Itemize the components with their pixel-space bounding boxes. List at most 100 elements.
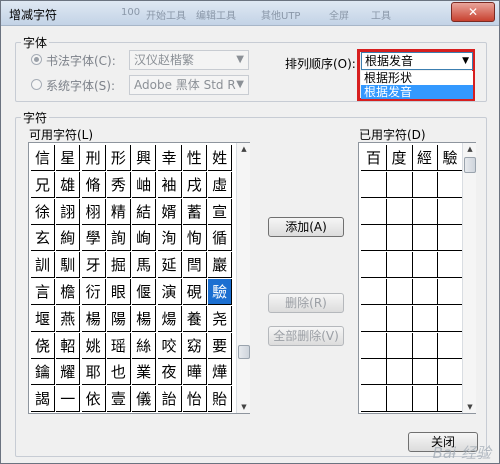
char-cell[interactable]: 姓 (208, 145, 233, 171)
scroll-down-icon[interactable]: ▼ (238, 401, 250, 413)
used-char-cell[interactable] (361, 252, 387, 279)
used-char-cell[interactable] (361, 198, 387, 225)
used-char-cell[interactable] (437, 198, 464, 225)
system-font-radio[interactable] (31, 79, 42, 90)
system-font-select[interactable]: Adobe 黑体 Std R ▼ (129, 75, 249, 95)
char-cell[interactable]: 結 (132, 198, 157, 225)
used-char-cell[interactable] (386, 171, 413, 198)
char-cell[interactable]: 掘 (106, 252, 131, 279)
used-char-cell[interactable] (412, 332, 438, 359)
used-char-cell[interactable] (386, 305, 413, 332)
char-cell[interactable]: 姚 (81, 332, 106, 359)
char-cell[interactable]: 燕 (56, 305, 81, 332)
delete-button[interactable]: 删除(R) (268, 293, 344, 313)
char-cell[interactable]: 學 (81, 225, 106, 252)
used-char-cell[interactable] (437, 225, 464, 252)
char-cell[interactable]: 信 (31, 145, 55, 171)
available-scrollbar[interactable]: ▲ ▼ (236, 143, 250, 413)
char-cell[interactable]: 怡 (182, 386, 207, 413)
used-char-cell[interactable] (412, 359, 438, 386)
char-cell[interactable]: 閆 (182, 252, 207, 279)
used-char-cell[interactable] (386, 198, 413, 225)
used-char-cell[interactable] (412, 252, 438, 279)
char-cell[interactable]: 訓 (31, 252, 55, 279)
used-char-cell[interactable] (361, 332, 387, 359)
used-char-cell[interactable] (361, 359, 387, 386)
char-cell[interactable]: 巖 (208, 252, 233, 279)
used-char-cell[interactable] (412, 305, 438, 332)
callig-font-radio[interactable] (31, 54, 42, 65)
used-char-cell[interactable] (361, 279, 387, 305)
char-cell[interactable]: 眼 (106, 279, 131, 305)
char-cell[interactable]: 栩 (81, 198, 106, 225)
char-cell[interactable]: 驗 (208, 279, 233, 305)
char-cell[interactable]: 咬 (157, 332, 182, 359)
char-cell[interactable]: 徐 (31, 198, 55, 225)
char-cell[interactable]: 詒 (157, 386, 182, 413)
used-char-cell[interactable] (361, 225, 387, 252)
char-cell[interactable]: 宣 (208, 198, 233, 225)
used-char-cell[interactable] (437, 359, 464, 386)
available-chars-grid[interactable]: 信星刑形興幸性姓兄雄脩秀岫袖戌虛徐詡栩精結婿蓄宣玄絢學詢峋洵恂循訓馴牙掘馬延閆巖… (28, 142, 250, 414)
char-cell[interactable]: 耶 (81, 359, 106, 386)
char-cell[interactable]: 婿 (157, 198, 182, 225)
used-char-cell[interactable]: 驗 (437, 145, 464, 171)
char-cell[interactable]: 煬 (157, 305, 182, 332)
used-char-cell[interactable] (361, 386, 387, 413)
char-cell[interactable]: 恂 (182, 225, 207, 252)
char-cell[interactable]: 馴 (56, 252, 81, 279)
char-cell[interactable]: 窈 (182, 332, 207, 359)
used-char-cell[interactable] (386, 359, 413, 386)
used-char-cell[interactable] (412, 279, 438, 305)
used-char-cell[interactable] (412, 225, 438, 252)
char-cell[interactable]: 星 (56, 145, 81, 171)
char-cell[interactable]: 衍 (81, 279, 106, 305)
char-cell[interactable]: 興 (132, 145, 157, 171)
used-char-cell[interactable] (386, 332, 413, 359)
used-char-cell[interactable] (412, 386, 438, 413)
used-char-cell[interactable] (412, 171, 438, 198)
char-cell[interactable]: 楊 (132, 305, 157, 332)
char-cell[interactable]: 延 (157, 252, 182, 279)
close-window-button[interactable]: ✕ (451, 2, 495, 22)
char-cell[interactable]: 精 (106, 198, 131, 225)
used-char-cell[interactable] (437, 279, 464, 305)
used-char-cell[interactable] (437, 386, 464, 413)
char-cell[interactable]: 蓄 (182, 198, 207, 225)
char-cell[interactable]: 脩 (81, 171, 106, 198)
char-cell[interactable]: 絢 (56, 225, 81, 252)
char-cell[interactable]: 刑 (81, 145, 106, 171)
sort-order-select[interactable]: 根据发音 ▼ (361, 52, 473, 70)
char-cell[interactable]: 耀 (56, 359, 81, 386)
char-cell[interactable]: 牙 (81, 252, 106, 279)
sort-option-pronunciation[interactable]: 根据发音 (361, 85, 473, 99)
char-cell[interactable]: 玄 (31, 225, 55, 252)
char-cell[interactable]: 燁 (208, 359, 233, 386)
used-chars-grid[interactable]: 百度經驗 (358, 142, 476, 414)
callig-font-select[interactable]: 汉仪赵楷繁 ▼ (129, 50, 249, 70)
char-cell[interactable]: 侥 (31, 332, 55, 359)
char-cell[interactable]: 鑰 (31, 359, 55, 386)
char-cell[interactable]: 形 (106, 145, 131, 171)
char-cell[interactable]: 袖 (157, 171, 182, 198)
char-cell[interactable]: 檐 (56, 279, 81, 305)
add-button[interactable]: 添加(A) (268, 217, 344, 237)
char-cell[interactable]: 峋 (132, 225, 157, 252)
char-cell[interactable]: 謁 (31, 386, 55, 413)
char-cell[interactable]: 雄 (56, 171, 81, 198)
used-char-cell[interactable] (361, 305, 387, 332)
char-cell[interactable]: 偃 (132, 279, 157, 305)
used-char-cell[interactable] (386, 279, 413, 305)
used-char-cell[interactable]: 度 (386, 145, 413, 171)
char-cell[interactable]: 馬 (132, 252, 157, 279)
used-char-cell[interactable] (437, 171, 464, 198)
used-char-cell[interactable] (437, 332, 464, 359)
char-cell[interactable]: 尧 (208, 305, 233, 332)
scroll-up-icon[interactable]: ▲ (238, 143, 250, 155)
char-cell[interactable]: 也 (106, 359, 131, 386)
used-char-cell[interactable] (386, 386, 413, 413)
char-cell[interactable]: 堰 (31, 305, 55, 332)
used-char-cell[interactable] (386, 225, 413, 252)
used-char-cell[interactable] (437, 252, 464, 279)
used-char-cell[interactable]: 百 (361, 145, 387, 171)
